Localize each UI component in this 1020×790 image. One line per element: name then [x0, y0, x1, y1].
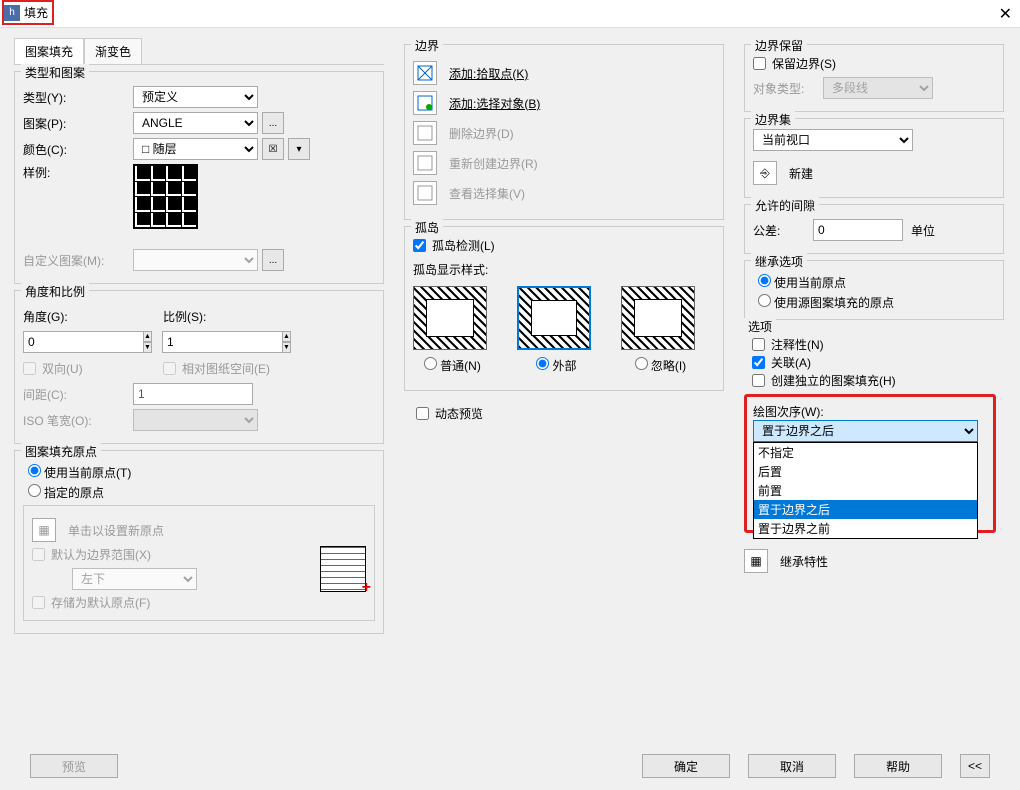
cancel-button[interactable]: 取消: [748, 754, 836, 778]
default-boundary-checkbox: [32, 548, 45, 561]
group-type-pattern: 类型和图案 类型(Y): 预定义 图案(P): ANGLE ... 颜色(C):…: [14, 71, 384, 284]
group-island: 孤岛 孤岛检测(L) 孤岛显示样式: 普通(N) 外部 忽略(I): [404, 226, 724, 391]
new-boundary-set-button[interactable]: ⎆: [753, 161, 777, 185]
origin-preview: [320, 546, 366, 592]
origin-pos-select: 左下: [72, 568, 197, 590]
rel-paper-checkbox: [163, 362, 176, 375]
iso-pen-select: [133, 409, 258, 431]
custom-pattern-select: [133, 249, 258, 271]
pattern-select[interactable]: ANGLE: [133, 112, 258, 134]
group-boundary-set: 边界集 当前视口 ⎆新建: [744, 118, 1004, 198]
spacing-input: [133, 383, 253, 405]
pattern-sample[interactable]: [133, 164, 198, 229]
origin-specify-radio[interactable]: [28, 484, 41, 497]
view-selection-button: [413, 181, 437, 205]
associative-checkbox[interactable]: [752, 356, 765, 369]
island-style-outer[interactable]: [517, 286, 591, 350]
draw-order-select[interactable]: 置于边界之后: [753, 420, 978, 442]
independent-checkbox[interactable]: [752, 374, 765, 387]
help-button[interactable]: 帮助: [854, 754, 942, 778]
group-boundary: 边界 添加:拾取点(K) 添加:选择对象(B) 删除边界(D) 重新创建边界(R…: [404, 44, 724, 220]
add-pick-point-label[interactable]: 添加:拾取点(K): [449, 65, 528, 82]
island-ignore-radio[interactable]: [635, 357, 648, 370]
island-style-normal[interactable]: [413, 286, 487, 350]
app-icon: h: [4, 5, 20, 21]
add-pick-point-button[interactable]: [413, 61, 437, 85]
tolerance-input[interactable]: [813, 219, 903, 241]
scale-input[interactable]: ▲▼: [162, 331, 287, 353]
set-new-origin-button: ▦: [32, 518, 56, 542]
island-outer-radio[interactable]: [536, 357, 549, 370]
tab-gradient[interactable]: 渐变色: [84, 38, 142, 64]
remove-boundary-button: [413, 121, 437, 145]
window-title: 填充: [24, 4, 48, 21]
preview-button: 预览: [30, 754, 118, 778]
collapse-button[interactable]: <<: [960, 754, 990, 778]
island-detect-checkbox[interactable]: [413, 239, 426, 252]
add-select-label[interactable]: 添加:选择对象(B): [449, 95, 540, 112]
island-style-ignore[interactable]: [621, 286, 695, 350]
group-gap: 允许的间隙 公差: 单位: [744, 204, 1004, 254]
tab-pattern-fill[interactable]: 图案填充: [14, 38, 84, 64]
group-boundary-keep: 边界保留 保留边界(S) 对象类型: 多段线: [744, 44, 1004, 112]
keep-boundary-checkbox[interactable]: [753, 57, 766, 70]
group-angle-scale: 角度和比例 角度(G): 比例(S): ▲▼ ▲▼ 双向(U) 相对图纸空间(E…: [14, 290, 384, 444]
close-icon[interactable]: ✕: [999, 4, 1012, 24]
island-normal-radio[interactable]: [424, 357, 437, 370]
inherit-current-radio[interactable]: [758, 274, 771, 287]
color-more-button[interactable]: ▾: [288, 138, 310, 160]
group-options: 选项 注释性(N) 关联(A) 创建独立的图案填充(H) 绘图次序(W): 置于…: [744, 326, 1004, 541]
draw-order-dropdown[interactable]: 不指定 后置 前置 置于边界之后 置于边界之前: [753, 442, 978, 539]
custom-pattern-browse: ...: [262, 249, 284, 271]
color-select[interactable]: □ 随层: [133, 138, 258, 160]
ok-button[interactable]: 确定: [642, 754, 730, 778]
group-origin: 图案填充原点 使用当前原点(T) 指定的原点 ▦单击以设置新原点 默认为边界范围…: [14, 450, 384, 634]
recreate-boundary-button: [413, 151, 437, 175]
boundary-set-select[interactable]: 当前视口: [753, 129, 913, 151]
obj-type-select: 多段线: [823, 77, 933, 99]
origin-current-radio[interactable]: [28, 464, 41, 477]
store-default-checkbox: [32, 596, 45, 609]
inherit-source-radio[interactable]: [758, 294, 771, 307]
group-inherit: 继承选项 使用当前原点 使用源图案填充的原点: [744, 260, 1004, 320]
angle-input[interactable]: ▲▼: [23, 331, 148, 353]
inherit-props-button[interactable]: ▦: [744, 549, 768, 573]
pattern-browse-button[interactable]: ...: [262, 112, 284, 134]
color-swatch-button[interactable]: ☒: [262, 138, 284, 160]
add-select-button[interactable]: [413, 91, 437, 115]
type-select[interactable]: 预定义: [133, 86, 258, 108]
dynamic-preview-checkbox[interactable]: [416, 407, 429, 420]
double-checkbox: [23, 362, 36, 375]
annotative-checkbox[interactable]: [752, 338, 765, 351]
